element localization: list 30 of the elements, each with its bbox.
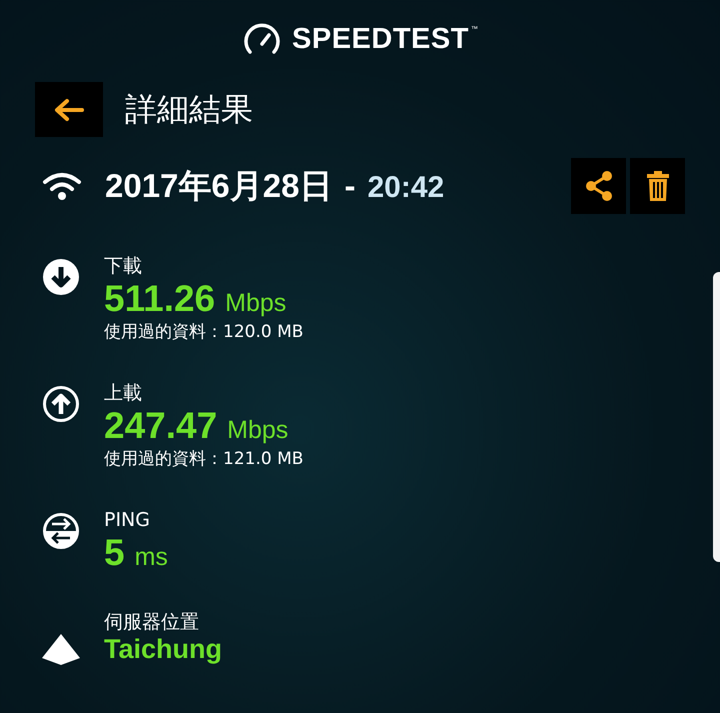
delete-button[interactable] (630, 158, 685, 214)
edge-panel-handle[interactable] (713, 272, 720, 562)
result-date: 2017年6月28日 (105, 166, 332, 206)
wifi-icon (42, 171, 82, 201)
metric-value: 5 (104, 532, 125, 574)
trash-icon (646, 170, 670, 202)
metric-value: 247.47 (104, 405, 218, 447)
gauge-icon (242, 22, 282, 56)
ping-icon (42, 512, 80, 550)
metric-value: Taichung (104, 634, 222, 665)
back-arrow-icon (53, 98, 85, 122)
metric-unit: ms (134, 543, 168, 572)
page-title: 詳細結果 (125, 88, 253, 130)
data-used-text: 使用過的資料：121.0 MB (104, 448, 304, 470)
separator: - (344, 166, 356, 204)
download-icon (42, 258, 80, 296)
share-button[interactable] (571, 158, 626, 214)
metric-value: 511.26 (104, 278, 216, 320)
result-time: 20:42 (367, 170, 444, 204)
metric-label: PING (104, 508, 151, 532)
logo-text: SPEEDTEST (292, 22, 469, 56)
data-used-text: 使用過的資料：120.0 MB (104, 321, 304, 343)
back-button[interactable] (35, 82, 103, 137)
metric-unit: Mbps (225, 289, 286, 318)
metric-label: 伺服器位置 (104, 610, 200, 634)
metric-label: 下載 (104, 254, 143, 278)
share-icon (584, 170, 614, 202)
metric-unit: Mbps (227, 416, 288, 445)
upload-icon (42, 385, 80, 423)
metric-label: 上載 (104, 381, 143, 405)
